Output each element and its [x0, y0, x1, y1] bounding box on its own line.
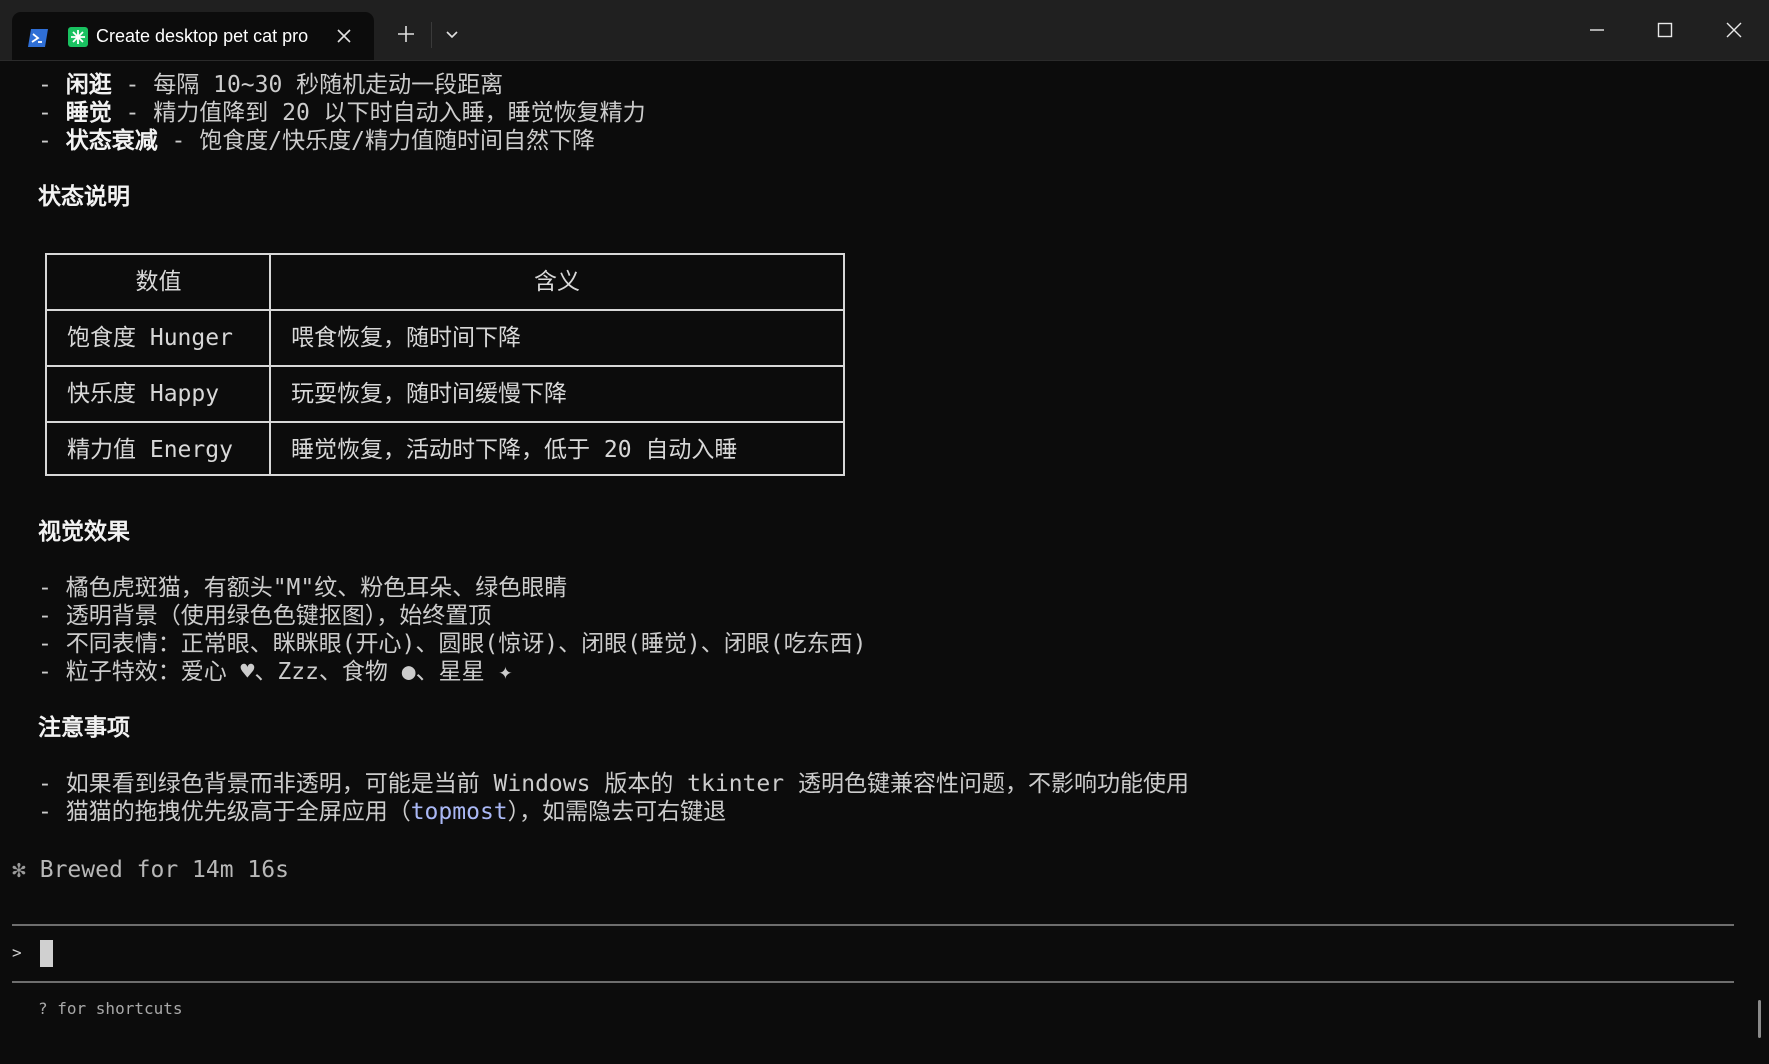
text-cursor[interactable] — [40, 940, 53, 967]
minimize-icon — [1590, 29, 1604, 31]
table-header-row: 数值 含义 — [47, 255, 843, 311]
behavior-term: 睡觉 — [65, 100, 112, 126]
new-tab-plus-icon[interactable] — [392, 20, 420, 48]
tab-close-icon[interactable] — [332, 24, 356, 48]
behavior-term: 状态衰减 — [65, 128, 158, 154]
title-bar: Create desktop pet cat pro — [0, 0, 1769, 61]
tab-title: Create desktop pet cat pro — [96, 26, 309, 46]
behavior-term: 闲逛 — [65, 72, 112, 98]
section-heading-notes: 注意事项 — [38, 715, 130, 741]
tab-active[interactable]: Create desktop pet cat pro — [12, 12, 374, 60]
table-row: 精力值 Energy 睡觉恢复，活动时下降，低于 20 自动入睡 — [47, 421, 843, 477]
visual-item: - 透明背景（使用绿色色键抠图），始终置顶 — [38, 603, 492, 629]
brew-time: Brewed for 14m 16s — [39, 857, 289, 883]
prompt-symbol: > — [12, 943, 22, 962]
sparkle-icon — [68, 27, 88, 47]
status-table: 数值 含义 饱食度 Hunger 喂食恢复，随时间下降 快乐度 Happy 玩耍… — [45, 253, 845, 476]
input-top-rule — [12, 924, 1734, 926]
spinner-star-icon: ✻ — [12, 857, 26, 883]
behavior-line: - 睡觉 - 精力值降到 20 以下时自动入睡，睡觉恢复精力 — [38, 100, 646, 126]
visual-item: - 橘色虎斑猫，有额头"M"纹、粉色耳朵、绿色眼睛 — [38, 575, 568, 601]
table-row: 饱食度 Hunger 喂食恢复，随时间下降 — [47, 309, 843, 365]
close-icon — [1726, 22, 1742, 38]
tab-separator — [431, 22, 432, 48]
table-header-cell: 含义 — [534, 269, 580, 295]
input-bottom-rule — [12, 981, 1734, 983]
table-cell: 快乐度 Happy — [67, 381, 220, 407]
section-heading-status: 状态说明 — [38, 184, 130, 210]
terminal-window: Create desktop pet cat pro - 闲逛 - 每隔 10~… — [0, 0, 1769, 1064]
visual-item: - 粒子特效：爱心 ♥、Zzz、食物 ●、星星 ✦ — [38, 659, 513, 685]
table-cell: 精力值 Energy — [67, 437, 233, 463]
chevron-down-icon[interactable] — [440, 22, 464, 46]
shortcuts-hint: ? for shortcuts — [38, 999, 183, 1018]
table-cell: 睡觉恢复，活动时下降，低于 20 自动入睡 — [291, 437, 738, 463]
behavior-line: - 状态衰减 - 饱食度/快乐度/精力值随时间自然下降 — [38, 128, 595, 154]
table-row: 快乐度 Happy 玩耍恢复，随时间缓慢下降 — [47, 365, 843, 421]
minimize-button[interactable] — [1563, 0, 1631, 60]
close-button[interactable] — [1700, 0, 1768, 60]
table-cell: 饱食度 Hunger — [67, 325, 233, 351]
visual-item: - 不同表情：正常眼、眯眯眼(开心)、圆眼(惊讶)、闭眼(睡觉)、闭眼(吃东西) — [38, 631, 867, 657]
maximize-button[interactable] — [1631, 0, 1699, 60]
powershell-icon — [26, 26, 50, 50]
behavior-line: - 闲逛 - 每隔 10~30 秒随机走动一段距离 — [38, 72, 504, 98]
note-item: - 猫猫的拖拽优先级高于全屏应用（topmost），如需隐去可右键退 — [38, 799, 727, 825]
table-cell: 玩耍恢复，随时间缓慢下降 — [291, 381, 567, 407]
note-item: - 如果看到绿色背景而非透明，可能是当前 Windows 版本的 tkinter… — [38, 771, 1189, 797]
inline-code: topmost — [410, 799, 508, 825]
brew-status: ✻ Brewed for 14m 16s — [12, 856, 289, 884]
section-heading-visual: 视觉效果 — [38, 519, 130, 545]
maximize-icon — [1657, 22, 1673, 38]
scrollbar-thumb[interactable] — [1758, 1000, 1761, 1038]
table-cell: 喂食恢复，随时间下降 — [291, 325, 521, 351]
table-header-cell: 数值 — [135, 269, 182, 295]
terminal-output: - 闲逛 - 每隔 10~30 秒随机走动一段距离 - 睡觉 - 精力值降到 2… — [0, 60, 1769, 1064]
